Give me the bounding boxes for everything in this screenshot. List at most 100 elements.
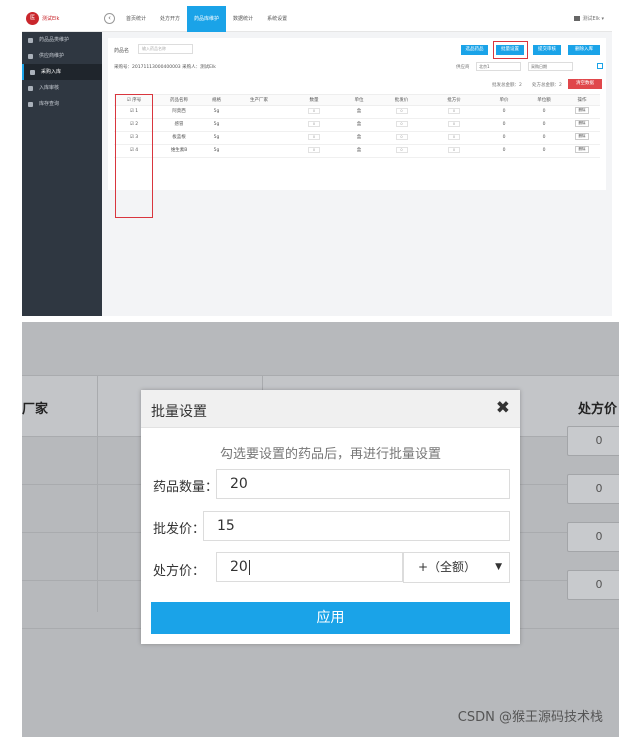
batch-settings-modal: 批量设置 ✖ 勾选要设置的药品后，再进行批量设置 药品数量： 20 批发价： 1… <box>141 390 520 644</box>
table-cell: 盒 <box>356 135 362 140</box>
apply-button[interactable]: 应用 <box>151 602 510 634</box>
list-icon <box>30 69 35 75</box>
table-cell: 0 <box>542 122 546 127</box>
nav-item-settings[interactable]: 系统设置 <box>260 6 294 32</box>
sidebar-item-stock-query[interactable]: 库存查询 <box>22 96 102 112</box>
filter-label: 药品名 <box>114 48 130 54</box>
bg-rx-input[interactable]: 0 <box>567 474 619 504</box>
cell-input[interactable]: 0 <box>308 107 320 114</box>
table-cell: 0 <box>502 122 506 127</box>
table-cell: 盒 <box>356 122 362 127</box>
order-info: 采购号：20171113000400003 采购人：测试Elk <box>114 65 216 70</box>
rx-price-input[interactable]: 20 <box>216 552 403 582</box>
table-cell: 维生素B <box>170 148 188 153</box>
main-content: 药品名 输入药品名称 选品药品 批量设置 提交审核 删除入库 采购号：20171… <box>102 32 612 316</box>
bg-header-rx-price: 处方价 <box>578 402 618 417</box>
qty-input[interactable]: 20 <box>216 469 510 499</box>
cell-input[interactable]: 0 <box>448 133 460 140</box>
table-row: ☑ 2 感冒 5g 0 盒 0 0 0 0 删除 <box>114 119 600 132</box>
delete-row-button[interactable]: 删除 <box>575 133 589 140</box>
table-cell: 5g <box>213 148 220 153</box>
cell-input[interactable]: 0 <box>308 146 320 153</box>
batch-button-highlight <box>493 41 528 59</box>
purchase-table: ☑ 序号 药品名称 规格 生产厂家 数量 单位 批发价 批方价 单价 单位额 操… <box>114 94 600 218</box>
sidebar: 药品品类维护 供应商维护 采购入库 入库审核 库存查询 <box>22 32 102 316</box>
rx-mode-select[interactable]: +（全额） ▼ <box>403 552 510 583</box>
watermark: CSDN @猴王源码技术栈 <box>457 710 603 725</box>
cell-input[interactable]: 0 <box>395 120 408 127</box>
admin-screenshot: 医 测试Elk ‹ 首页统计 处方开方 药品库维护 数据统计 系统设置 测试El… <box>22 6 612 316</box>
clear-data-button[interactable]: 清空数据 <box>568 79 602 89</box>
cell-input[interactable]: 0 <box>448 120 460 127</box>
calendar-icon[interactable] <box>597 63 603 69</box>
table-cell: 0 <box>502 148 506 153</box>
cell-input[interactable]: 0 <box>308 133 320 140</box>
brand-name: 测试Elk <box>42 16 60 22</box>
category-icon <box>28 37 33 43</box>
prescription-total: 处方总金额：2 <box>532 83 562 88</box>
table-cell: 盒 <box>356 148 362 153</box>
search-icon <box>28 101 33 107</box>
delete-stock-button[interactable]: 删除入库 <box>568 45 600 55</box>
modal-header: 批量设置 ✖ <box>141 390 520 428</box>
nav-item-stats[interactable]: 数据统计 <box>226 6 260 32</box>
delete-row-button[interactable]: 删除 <box>575 120 589 127</box>
table-cell: 板蓝根 <box>172 135 186 140</box>
chevron-down-icon: ▼ <box>495 562 502 572</box>
table-row: ☑ 4 维生素B 5g 0 盒 0 0 0 0 删除 <box>114 145 600 158</box>
table-row: ☑ 1 阿莫西 5g 0 盒 0 0 0 0 删除 <box>114 106 600 119</box>
bg-rx-input[interactable]: 0 <box>567 426 619 456</box>
table-body: ☑ 1 阿莫西 5g 0 盒 0 0 0 0 删除 ☑ 2 感冒 5g 0 盒 0 0 0 0 删除 ☑ 3 板蓝根 5g 0… <box>114 106 600 158</box>
menu-toggle-icon[interactable]: ‹ <box>104 13 115 24</box>
nav-item-drug-library[interactable]: 药品库维护 <box>187 6 227 32</box>
table-cell: 5g <box>213 109 220 114</box>
sidebar-item-purchase-in[interactable]: 采购入库 <box>22 64 102 80</box>
supplier-select[interactable]: 北京1 <box>476 62 521 71</box>
nav-item-home[interactable]: 首页统计 <box>119 6 153 32</box>
cell-input[interactable]: 0 <box>395 146 408 153</box>
table-cell: 0 <box>502 135 506 140</box>
delete-row-button[interactable]: 删除 <box>575 146 589 153</box>
table-row: ☑ 3 板蓝根 5g 0 盒 0 0 0 0 删除 <box>114 132 600 145</box>
table-header: ☑ 序号 药品名称 规格 生产厂家 数量 单位 批发价 批方价 单价 单位额 操… <box>114 94 600 106</box>
top-nav: 首页统计 处方开方 药品库维护 数据统计 系统设置 <box>119 6 294 32</box>
table-cell: 5g <box>213 135 220 140</box>
table-cell: 0 <box>542 148 546 153</box>
select-drug-button[interactable]: 选品药品 <box>461 45 488 55</box>
cell-input[interactable]: 0 <box>448 107 460 114</box>
cell-input[interactable]: 0 <box>395 107 408 114</box>
bg-header-manufacturer: 厂家 <box>22 402 49 417</box>
cell-input[interactable]: 0 <box>395 133 408 140</box>
table-cell: 0 <box>542 135 546 140</box>
sidebar-item-supplier[interactable]: 供应商维护 <box>22 48 102 64</box>
sidebar-item-review[interactable]: 入库审核 <box>22 80 102 96</box>
table-cell: 5g <box>213 122 220 127</box>
table-cell: 盒 <box>356 109 362 114</box>
modal-title: 批量设置 <box>151 404 207 420</box>
table-cell: 感冒 <box>174 122 184 127</box>
modal-hint: 勾选要设置的药品后，再进行批量设置 <box>219 447 441 462</box>
table-cell: 0 <box>502 109 506 114</box>
check-icon <box>28 85 33 91</box>
close-icon[interactable]: ✖ <box>496 398 510 418</box>
sidebar-item-drug-category[interactable]: 药品品类维护 <box>22 32 102 48</box>
cell-input[interactable]: 0 <box>448 146 460 153</box>
cell-input[interactable]: 0 <box>308 120 320 127</box>
bg-rx-input[interactable]: 0 <box>567 522 619 552</box>
user-menu[interactable]: 测试Elk ▾ <box>574 15 604 22</box>
wholesale-input[interactable]: 15 <box>203 511 510 541</box>
bg-divider <box>97 375 98 612</box>
submit-review-button[interactable]: 提交审核 <box>533 45 561 55</box>
table-cell: 阿莫西 <box>172 109 186 114</box>
nav-item-prescribe[interactable]: 处方开方 <box>153 6 187 32</box>
bg-rx-input[interactable]: 0 <box>567 570 619 600</box>
top-bar: 医 测试Elk ‹ 首页统计 处方开方 药品库维护 数据统计 系统设置 测试El… <box>22 6 612 32</box>
brand-logo: 医 <box>26 12 39 25</box>
batch-modal-screenshot: 厂家 处方价 0 0 0 0 批量设置 ✖ 勾选要设置的药品后，再进行批量设置 … <box>22 322 619 737</box>
rx-price-label: 处方价： <box>153 564 206 579</box>
date-select[interactable]: 采购日期 <box>528 62 573 71</box>
wholesale-total: 批发总金额：2 <box>492 83 522 88</box>
user-icon <box>574 16 581 21</box>
drug-search-input[interactable]: 输入药品名称 <box>138 44 193 54</box>
delete-row-button[interactable]: 删除 <box>575 107 589 114</box>
